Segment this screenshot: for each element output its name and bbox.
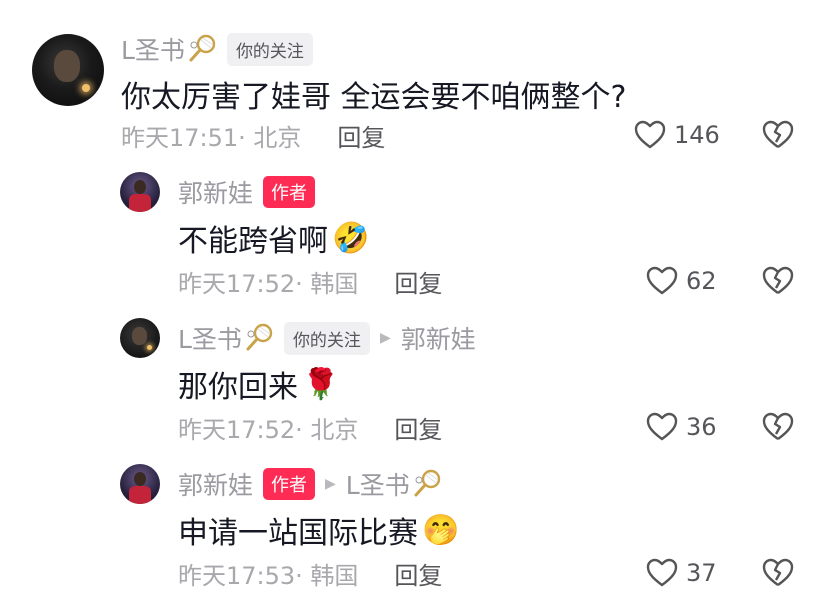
username[interactable]: L圣书 <box>178 320 242 356</box>
comment-meta: 昨天17:52· 韩国 回复 <box>178 264 442 298</box>
reply-arrow-icon: ▶ <box>379 330 391 346</box>
comment-meta: 昨天17:52· 北京 回复 <box>178 410 442 444</box>
author-badge: 作者 <box>263 176 316 208</box>
like-count: 36 <box>686 413 717 441</box>
heart-icon <box>646 266 678 295</box>
like-button[interactable]: 146 <box>634 118 720 152</box>
following-badge: 你的关注 <box>283 321 370 355</box>
comment-meta: 昨天17:51· 北京 回复 <box>121 118 385 152</box>
reply-button[interactable]: 回复 <box>394 264 442 299</box>
reply-button[interactable]: 回复 <box>337 118 385 153</box>
following-badge: 你的关注 <box>226 32 313 66</box>
comment-text: 那你回来 🌹 <box>178 366 340 406</box>
comment-text: 你太厉害了娃哥 全运会要不咱俩整个? <box>121 80 627 115</box>
reply-to-username[interactable]: L圣书 <box>346 466 410 502</box>
avatar[interactable] <box>120 318 160 358</box>
racket-emoji-icon <box>414 469 440 497</box>
heart-icon <box>634 120 666 149</box>
comment-header: 郭新娃 作者 <box>178 174 316 210</box>
like-button[interactable]: 36 <box>646 410 717 444</box>
broken-heart-icon[interactable] <box>762 412 794 442</box>
comment-header: L圣书 你的关注 ▶ 郭新娃 <box>178 321 476 355</box>
comment-text: 不能跨省啊 🤣 <box>178 220 370 260</box>
timestamp-location: 昨天17:51· 北京 <box>121 123 302 152</box>
hand-over-mouth-emoji-icon: 🤭 <box>422 512 460 548</box>
reply-to-username[interactable]: 郭新娃 <box>401 320 476 356</box>
comment-text: 申请一站国际比赛 🤭 <box>178 512 460 552</box>
comment-meta: 昨天17:53· 韩国 回复 <box>178 556 442 590</box>
like-count: 146 <box>674 121 720 149</box>
rose-emoji-icon: 🌹 <box>302 366 340 402</box>
avatar[interactable] <box>120 172 160 212</box>
reply-button[interactable]: 回复 <box>394 556 442 591</box>
heart-icon <box>646 412 678 441</box>
like-button[interactable]: 62 <box>646 264 717 298</box>
racket-emoji-icon <box>189 34 216 62</box>
racket-emoji-icon <box>246 323 273 351</box>
broken-heart-icon[interactable] <box>762 266 794 296</box>
heart-icon <box>646 558 678 587</box>
broken-heart-icon[interactable] <box>762 120 794 150</box>
username[interactable]: 郭新娃 <box>178 466 253 502</box>
like-count: 37 <box>686 559 717 587</box>
comment-header: 郭新娃 作者 ▶ L圣书 <box>178 467 442 501</box>
like-button[interactable]: 37 <box>646 556 717 590</box>
author-badge: 作者 <box>263 468 316 500</box>
timestamp-location: 昨天17:53· 韩国 <box>178 561 359 590</box>
username[interactable]: L圣书 <box>121 31 185 67</box>
comment-header: L圣书 你的关注 <box>121 32 313 66</box>
username[interactable]: 郭新娃 <box>178 174 253 210</box>
reply-arrow-icon: ▶ <box>325 476 336 492</box>
avatar[interactable] <box>32 34 104 106</box>
reply-button[interactable]: 回复 <box>394 410 442 445</box>
like-count: 62 <box>686 267 717 295</box>
timestamp-location: 昨天17:52· 北京 <box>178 415 359 444</box>
timestamp-location: 昨天17:52· 韩国 <box>178 269 359 298</box>
rofl-emoji-icon: 🤣 <box>332 220 370 256</box>
broken-heart-icon[interactable] <box>762 558 794 588</box>
avatar[interactable] <box>120 464 160 504</box>
